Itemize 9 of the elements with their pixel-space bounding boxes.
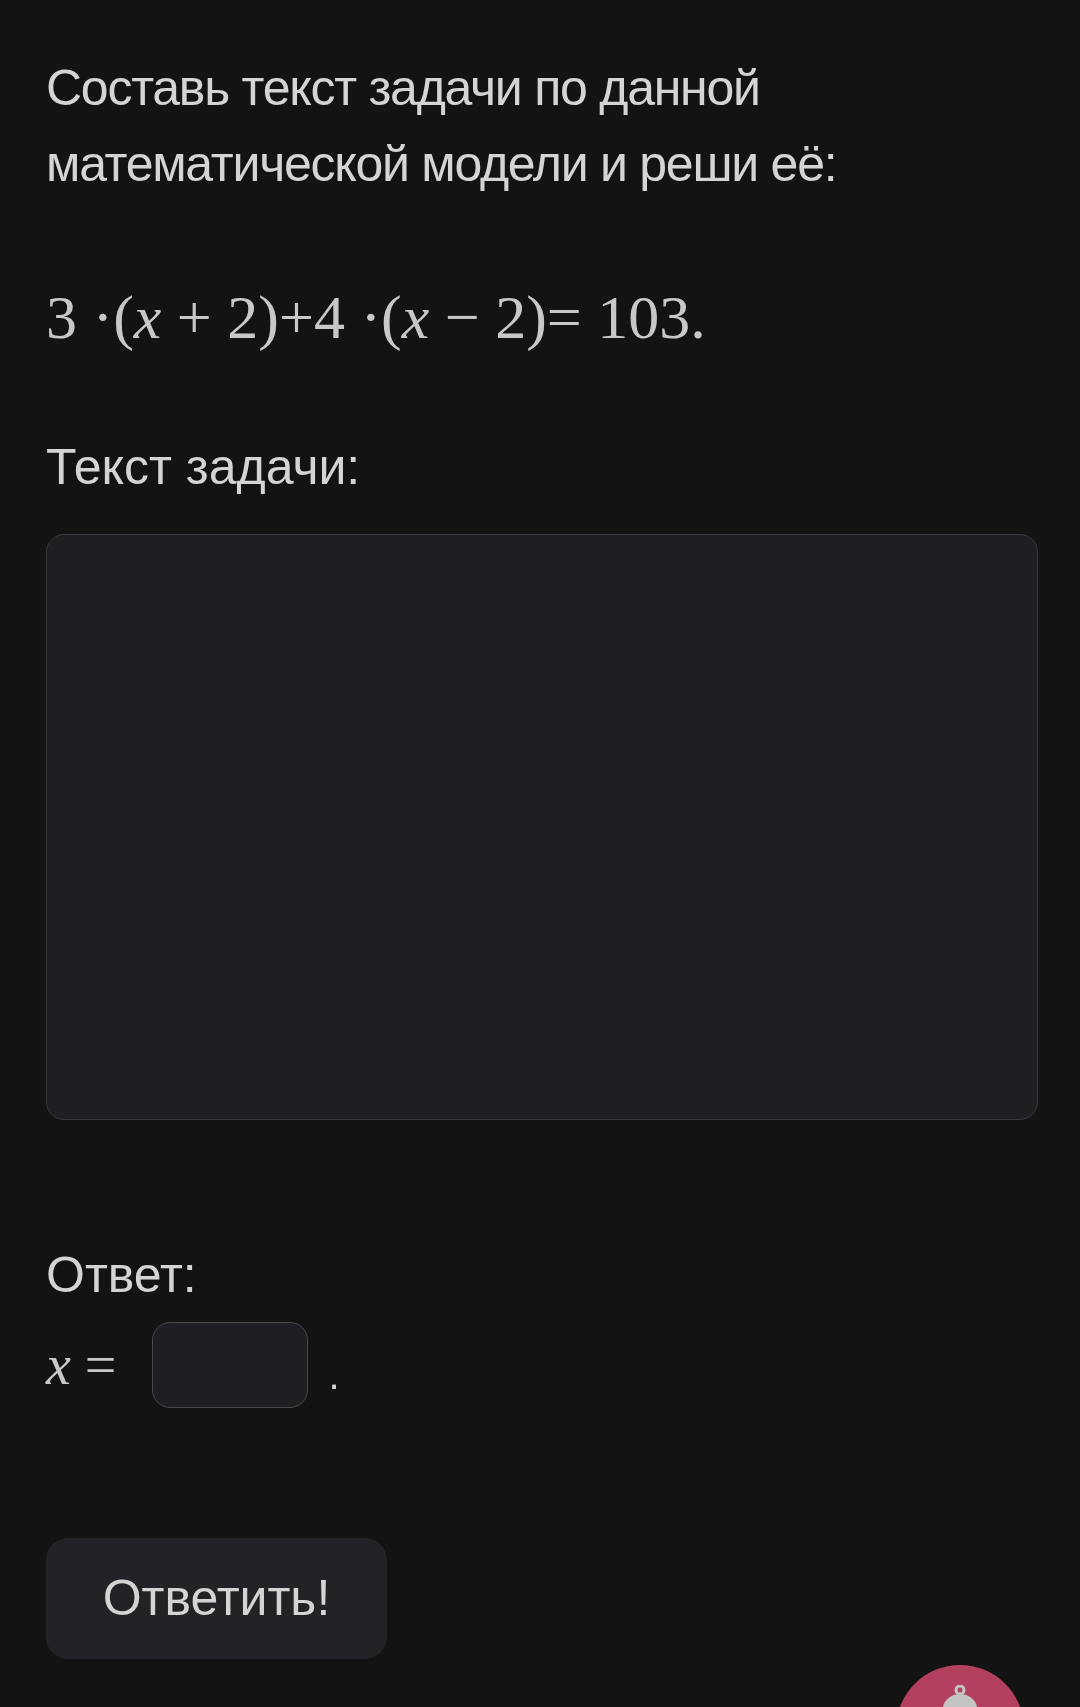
- problem-text-label: Текст задачи:: [46, 438, 362, 497]
- answer-variable: x =: [46, 1333, 117, 1398]
- submit-button[interactable]: Ответить!: [46, 1538, 387, 1659]
- answer-period: .: [328, 1352, 340, 1399]
- task-prompt: Составь текст задачи по данной математической модели и реши её:: [46, 59, 838, 194]
- answer-label: Ответ:: [46, 1246, 198, 1305]
- problem-text-field[interactable]: [46, 534, 1038, 1120]
- answer-field[interactable]: [152, 1322, 309, 1408]
- equation: 3 ·(x + 2)+4 ·(x − 2)= 103.: [46, 282, 707, 353]
